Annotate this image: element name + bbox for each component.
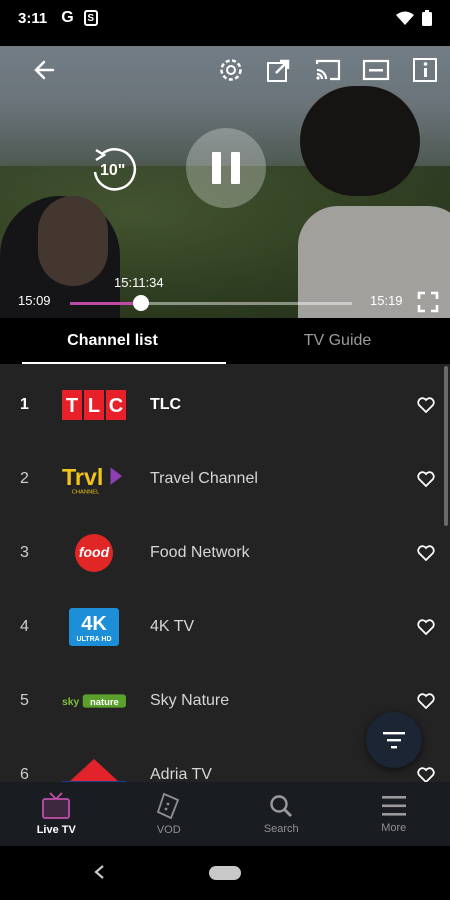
status-time: 3:11 (18, 9, 48, 27)
info-icon (413, 58, 437, 82)
search-icon (270, 795, 293, 817)
channel-number: 6 (20, 765, 29, 783)
heart-icon[interactable] (416, 543, 436, 563)
channel-number: 2 (20, 469, 29, 487)
pause-icon (212, 152, 240, 184)
nav-label: VOD (156, 824, 181, 836)
channel-logo-adria (62, 755, 126, 782)
share-icon (267, 59, 290, 82)
system-nav-bar (0, 846, 450, 900)
tv-icon (42, 792, 71, 819)
scrollbar[interactable] (444, 366, 448, 526)
nav-label: Live TV (36, 824, 76, 836)
seek-bar[interactable] (70, 302, 352, 305)
arrow-left-icon (34, 60, 55, 80)
nav-label: More (381, 822, 407, 834)
bottom-nav: Live TV VOD Search More (0, 782, 450, 846)
svg-text:sky: sky (62, 696, 80, 707)
channel-number: 4 (20, 617, 29, 635)
nav-more[interactable]: More (338, 782, 450, 846)
program-start-time: 15:09 (18, 293, 51, 308)
heart-icon[interactable] (416, 469, 436, 489)
wifi-icon (396, 11, 414, 25)
menu-icon (381, 796, 406, 816)
svg-text:nature: nature (90, 695, 119, 706)
channel-logo-4k: 4K ULTRA HD (62, 607, 126, 647)
svg-text:L: L (88, 395, 100, 417)
channel-logo-food: food (62, 533, 126, 573)
channel-name: 4K TV (150, 617, 195, 635)
program-end-time: 15:19 (370, 293, 403, 308)
channel-row-tlc[interactable]: 1 T L C TLC (0, 368, 450, 441)
svg-text:CHANNEL: CHANNEL (72, 489, 100, 495)
tab-tv-guide[interactable]: TV Guide (225, 318, 450, 364)
channel-name: Food Network (150, 543, 250, 561)
channel-name: Sky Nature (150, 691, 230, 709)
heart-icon[interactable] (416, 395, 436, 415)
status-bar: 3:11 G S (0, 0, 450, 36)
video-player[interactable]: 10" (0, 46, 450, 318)
heart-icon[interactable] (416, 691, 436, 711)
channel-logo-travel: Trvl CHANNEL (62, 459, 126, 499)
nav-label: Search (263, 823, 299, 835)
battery-icon (422, 10, 432, 26)
share-button[interactable] (264, 55, 294, 85)
channel-name: Travel Channel (150, 469, 258, 487)
channel-name: TLC (150, 395, 182, 413)
cast-button[interactable] (312, 55, 344, 85)
channel-logo-sky-nature: sky nature (62, 681, 126, 721)
system-back-icon[interactable] (92, 864, 106, 880)
heart-icon[interactable] (416, 765, 436, 783)
channel-number: 5 (20, 691, 29, 709)
channel-row-travel[interactable]: 2 Trvl CHANNEL Travel Channel (0, 442, 450, 515)
app-notification-icon: S (83, 10, 98, 26)
svg-text:ULTRA HD: ULTRA HD (77, 636, 112, 643)
channel-number: 3 (20, 543, 29, 561)
info-button[interactable] (410, 55, 440, 85)
tab-channel-list[interactable]: Channel list (0, 318, 225, 364)
back-button[interactable] (30, 56, 58, 84)
system-home-button[interactable] (209, 866, 241, 880)
rewind-label: 10" (100, 162, 126, 179)
fullscreen-icon (417, 291, 439, 313)
seek-thumb[interactable] (133, 295, 149, 311)
fullscreen-button[interactable] (416, 290, 440, 314)
pause-button[interactable] (186, 128, 266, 208)
nav-live-tv[interactable]: Live TV (0, 782, 113, 846)
rewind-10-button[interactable]: 10" (88, 146, 140, 194)
svg-text:T: T (66, 395, 78, 417)
channel-logo-tlc: T L C (62, 385, 126, 425)
cast-icon (315, 59, 341, 81)
svg-text:Trvl: Trvl (62, 463, 103, 489)
heart-icon[interactable] (416, 617, 436, 637)
settings-button[interactable] (216, 55, 246, 85)
google-icon: G (61, 9, 74, 26)
svg-text:food: food (79, 544, 110, 560)
filter-button[interactable] (366, 712, 422, 768)
channel-name: Adria TV (150, 765, 212, 783)
nav-vod[interactable]: VOD (113, 782, 226, 846)
svg-text:C: C (109, 395, 123, 417)
subtitles-button[interactable] (360, 55, 392, 85)
tab-bar: Channel list TV Guide (0, 318, 450, 364)
svg-text:4K: 4K (81, 613, 107, 635)
channel-number: 1 (20, 395, 29, 413)
gear-icon (220, 59, 242, 81)
seek-current-time: 15:11:34 (114, 275, 164, 290)
nav-search[interactable]: Search (225, 782, 338, 846)
subtitles-icon (362, 59, 390, 81)
filter-icon (383, 732, 405, 749)
ticket-icon (156, 792, 179, 820)
channel-row-4k[interactable]: 4 4K ULTRA HD 4K TV (0, 590, 450, 663)
channel-row-food[interactable]: 3 food Food Network (0, 516, 450, 589)
